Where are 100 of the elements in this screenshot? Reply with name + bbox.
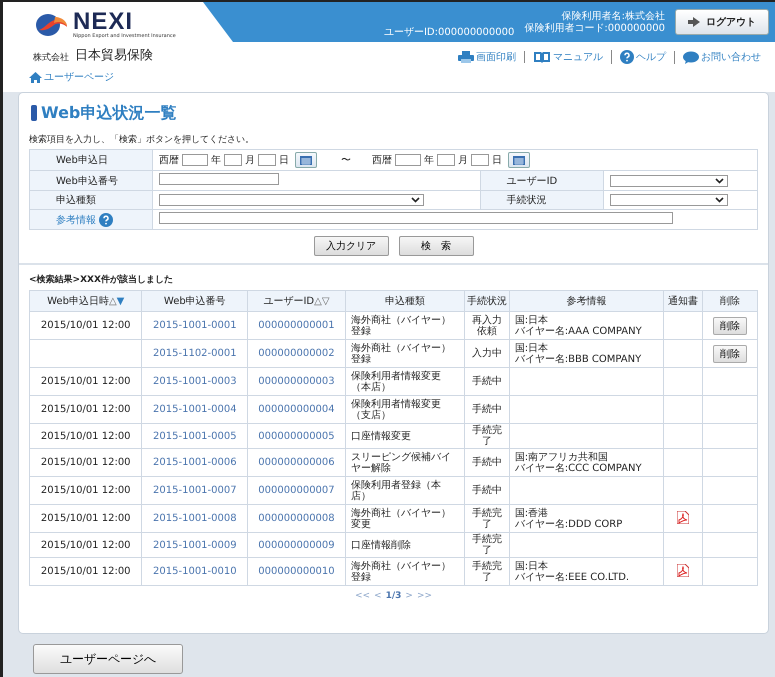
last-page-link[interactable]: >> bbox=[416, 591, 432, 601]
sort-button[interactable]: △ bbox=[108, 296, 117, 307]
header-link[interactable]: 画面印刷 bbox=[450, 51, 524, 63]
reference-cell: 国:日本 バイヤー名:BBB COMPANY bbox=[509, 340, 664, 368]
user-id: ユーザーID:000000000000 bbox=[384, 26, 514, 40]
status-cell: 手続完了 bbox=[464, 424, 510, 448]
reference-input[interactable] bbox=[159, 212, 673, 224]
back-button[interactable]: ユーザーページへ bbox=[33, 644, 183, 674]
user-id-select[interactable] bbox=[610, 174, 728, 186]
date-cell: 2015/10/01 12:00 bbox=[30, 312, 142, 340]
search-button[interactable]: 検 索 bbox=[398, 236, 474, 256]
status-select[interactable] bbox=[610, 194, 728, 206]
application-number-link[interactable]: 2015-1102-0001 bbox=[142, 340, 248, 368]
logout-button[interactable]: ログアウト bbox=[675, 9, 769, 35]
pdf-icon[interactable] bbox=[677, 564, 689, 576]
type-cell: 保険利用者情報変更（支店） bbox=[345, 396, 464, 424]
reference-cell: 国:日本 バイヤー名:EEE CO.LTD. bbox=[509, 558, 664, 586]
user-id-link[interactable]: 000000000002 bbox=[248, 340, 346, 368]
column-header: Web申込番号 bbox=[142, 290, 248, 312]
date-input[interactable] bbox=[395, 154, 421, 166]
delete-button[interactable]: 削除 bbox=[713, 316, 747, 334]
chevron-down-icon bbox=[714, 178, 724, 184]
date-unit-label: 日 bbox=[279, 154, 289, 167]
user-id-link[interactable]: 000000000001 bbox=[248, 312, 346, 340]
application-number-link[interactable]: 2015-1001-0001 bbox=[142, 312, 248, 340]
column-header: 参考情報 bbox=[509, 290, 664, 312]
application-number-link[interactable]: 2015-1001-0008 bbox=[142, 504, 248, 532]
company-prefix: 株式会社 bbox=[33, 52, 69, 64]
date-input[interactable] bbox=[471, 154, 489, 166]
date-unit-label: 年 bbox=[424, 154, 434, 167]
help-icon bbox=[620, 50, 634, 64]
page-indicator: 1/3 bbox=[386, 591, 402, 601]
home-icon bbox=[29, 72, 42, 82]
date-input[interactable] bbox=[437, 154, 455, 166]
user-id-link[interactable]: 000000000005 bbox=[248, 424, 346, 448]
application-number-link[interactable]: 2015-1001-0010 bbox=[142, 558, 248, 586]
header-link[interactable]: マニュアル bbox=[524, 51, 611, 63]
date-cell: 2015/10/01 12:00 bbox=[30, 396, 142, 424]
clear-button[interactable]: 入力クリア bbox=[314, 236, 388, 256]
reference-cell: 国:香港 バイヤー名:DDD CORP bbox=[509, 504, 664, 532]
date-input[interactable] bbox=[182, 154, 208, 166]
date-input[interactable] bbox=[224, 154, 242, 166]
sort-button[interactable]: △ bbox=[314, 296, 322, 307]
status-cell: 手続完了 bbox=[464, 504, 510, 532]
title-marker bbox=[31, 105, 37, 121]
date-cell: 2015/10/01 12:00 bbox=[30, 504, 142, 532]
application-number-link[interactable]: 2015-1001-0003 bbox=[142, 368, 248, 396]
arrow-icon bbox=[688, 17, 700, 27]
user-id-link[interactable]: 000000000009 bbox=[248, 532, 346, 558]
user-id-link[interactable]: 000000000006 bbox=[248, 448, 346, 476]
status-cell: 入力中 bbox=[464, 340, 510, 368]
field-label: 手続状況 bbox=[480, 190, 604, 210]
logo-wordmark: NEXI bbox=[73, 11, 134, 33]
pdf-icon[interactable] bbox=[677, 510, 689, 524]
field-label: Web申込番号 bbox=[30, 170, 152, 190]
user-id-link[interactable]: 000000000008 bbox=[248, 504, 346, 532]
status-cell: 手続中 bbox=[464, 448, 510, 476]
next-page-link[interactable]: > bbox=[405, 591, 413, 601]
application-number-link[interactable]: 2015-1001-0006 bbox=[142, 448, 248, 476]
date-cell: 2015/10/01 12:00 bbox=[30, 532, 142, 558]
type-cell: 海外商社（バイヤー）登録 bbox=[345, 558, 464, 586]
number-input[interactable] bbox=[159, 173, 279, 185]
date-unit-label: 日 bbox=[492, 154, 502, 167]
application-number-link[interactable]: 2015-1001-0009 bbox=[142, 532, 248, 558]
date-input[interactable] bbox=[258, 154, 276, 166]
instruction-text: 検索項目を入力し、「検索」ボタンを押してください。 bbox=[29, 134, 255, 146]
previous-page-link[interactable]: < bbox=[374, 591, 382, 601]
type-cell: スリーピング候補バイヤー解除 bbox=[345, 448, 464, 476]
sort-button[interactable]: ▽ bbox=[322, 296, 330, 307]
type-cell: 保険利用者登録（本店） bbox=[345, 476, 464, 504]
sort-button[interactable]: ▼ bbox=[116, 296, 124, 307]
user-id-link[interactable]: 000000000010 bbox=[248, 558, 346, 586]
type-cell: 口座情報変更 bbox=[345, 424, 464, 448]
user-id-link[interactable]: 000000000003 bbox=[248, 368, 346, 396]
user-id-link[interactable]: 000000000004 bbox=[248, 396, 346, 424]
swirl-logo-icon bbox=[35, 13, 69, 37]
breadcrumb-link[interactable]: ユーザーページ bbox=[3, 64, 775, 92]
speech-bubble-icon bbox=[683, 50, 699, 64]
date-cell: 2015/10/01 12:00 bbox=[30, 448, 142, 476]
column-header: Web申込日時 bbox=[47, 296, 109, 307]
help-icon bbox=[99, 212, 113, 226]
user-id-link[interactable]: 000000000007 bbox=[248, 476, 346, 504]
date-cell: 2015/10/01 12:00 bbox=[30, 476, 142, 504]
application-number-link[interactable]: 2015-1001-0005 bbox=[142, 424, 248, 448]
application-number-link[interactable]: 2015-1001-0007 bbox=[142, 476, 248, 504]
first-page-link[interactable]: << bbox=[354, 591, 370, 601]
header-link[interactable]: お問い合わせ bbox=[674, 50, 769, 64]
calendar-button[interactable] bbox=[295, 152, 317, 168]
reference-cell: 国:南アフリカ共和国 バイヤー名:CCC COMPANY bbox=[509, 448, 664, 476]
type-cell: 海外商社（バイヤー）登録 bbox=[345, 340, 464, 368]
delete-button[interactable]: 削除 bbox=[713, 344, 747, 362]
column-header: 手続状況 bbox=[464, 290, 510, 312]
type-select[interactable] bbox=[159, 194, 424, 206]
status-cell: 再入力依頼 bbox=[464, 312, 510, 340]
calendar-icon bbox=[513, 156, 525, 164]
date-unit-label: 月 bbox=[458, 154, 468, 167]
calendar-button[interactable] bbox=[508, 152, 530, 168]
result-message: <検索結果>XXX件が該当しました bbox=[29, 273, 174, 286]
application-number-link[interactable]: 2015-1001-0004 bbox=[142, 396, 248, 424]
header-link[interactable]: ヘルプ bbox=[611, 50, 674, 64]
